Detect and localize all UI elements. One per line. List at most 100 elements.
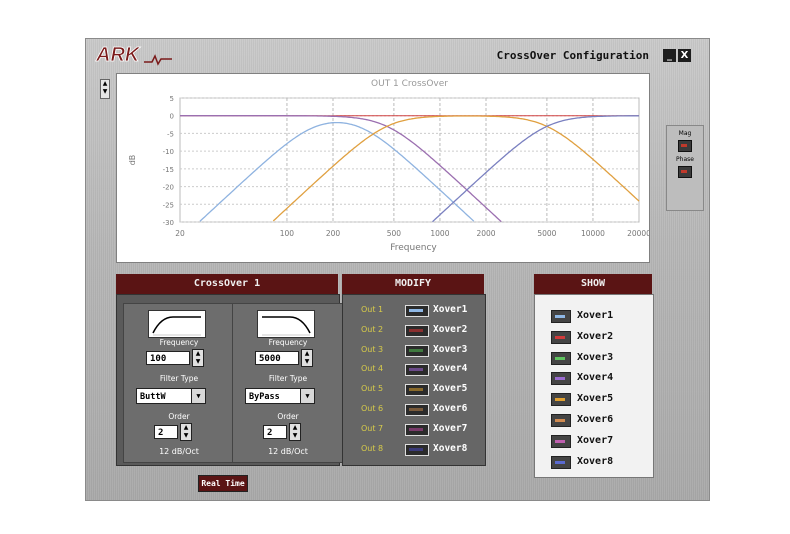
minimize-button[interactable]: _ (663, 49, 676, 62)
high-slope-label: 12 dB/Oct (268, 447, 308, 456)
high-order-label: Order (277, 412, 299, 421)
high-filter-section: Frequency 5000 ▲ ▼ Filter Type ByPass ▼ O… (232, 303, 344, 463)
low-filter-type-label: Filter Type (159, 374, 199, 383)
output-label: Out 5 (361, 384, 384, 394)
modify-header: MODIFY (342, 274, 484, 294)
x-tick-label: 500 (387, 229, 402, 238)
low-frequency-label: Frequency (159, 338, 199, 347)
xover1-curve (199, 121, 475, 222)
high-frequency-input[interactable]: 5000 (255, 351, 299, 365)
color-swatch (555, 335, 565, 339)
xover-color-button[interactable] (405, 364, 429, 377)
xover-name: Xover7 (577, 434, 614, 446)
y-tick-label: 0 (170, 113, 174, 121)
modify-row[interactable]: Out 6 Xover6 (353, 401, 483, 417)
xover-color-button[interactable] (405, 305, 429, 317)
show-toggle-button[interactable] (551, 310, 571, 323)
x-tick-label: 100 (280, 229, 295, 238)
output-label: Out 3 (361, 344, 384, 354)
xover-color-button[interactable] (405, 404, 429, 416)
modify-row[interactable]: Out 7 Xover7 (353, 421, 483, 437)
crossover-header: CrossOver 1 (116, 274, 338, 294)
y-tick-label: 5 (170, 95, 174, 103)
show-toggle-button[interactable] (551, 351, 571, 365)
color-swatch (555, 398, 565, 402)
low-filter-type-select[interactable]: ButtW ▼ (136, 388, 206, 404)
xover-name: Xover3 (577, 351, 614, 363)
xover-color-button[interactable] (405, 384, 429, 397)
xover-name: Xover4 (577, 372, 614, 384)
show-panel: Xover1 Xover2 Xover3 Xover4 Xover5 Xover… (534, 294, 654, 478)
y-tick-label: -15 (163, 166, 174, 174)
low-frequency-input[interactable]: 100 (146, 351, 190, 365)
xover-name: Xover8 (433, 442, 468, 454)
x-tick-label: 200 (326, 229, 341, 238)
y-tick-label: -30 (163, 219, 174, 227)
high-order-input[interactable]: 2 (263, 425, 287, 439)
chevron-down-icon[interactable]: ▼ (300, 389, 314, 403)
graph-select-spinner[interactable]: ▲ ▼ (100, 79, 110, 99)
xover-name: Xover4 (433, 363, 468, 375)
highpass-filter-icon (148, 310, 206, 338)
high-filter-type-select[interactable]: ByPass ▼ (245, 388, 315, 404)
output-label: Out 6 (361, 404, 384, 413)
low-frequency-spinner[interactable]: ▲ ▼ (192, 349, 204, 367)
modify-row[interactable]: Out 2 Xover2 (353, 322, 483, 338)
y-tick-label: -5 (167, 130, 174, 138)
modify-row[interactable]: Out 5 Xover5 (353, 381, 483, 397)
xover-name: Xover1 (433, 304, 468, 315)
crossover-window: ARK CrossOver Configuration _ X ▲ ▼ OUT 1… (85, 38, 710, 501)
xover-name: Xover2 (433, 323, 468, 335)
modify-row[interactable]: Out 1 Xover1 (353, 302, 483, 318)
xover-name: Xover5 (577, 393, 614, 405)
low-order-input[interactable]: 2 (154, 425, 178, 439)
modify-row[interactable]: Out 8 Xover8 (353, 441, 483, 457)
close-button[interactable]: X (678, 49, 691, 62)
high-frequency-label: Frequency (268, 338, 308, 347)
high-order-spinner[interactable]: ▲ ▼ (289, 423, 301, 441)
show-toggle-button[interactable] (551, 414, 571, 427)
phase-label: Phase (676, 156, 694, 163)
high-frequency-spinner[interactable]: ▲ ▼ (301, 349, 313, 367)
xover-color-button[interactable] (405, 423, 429, 436)
x-tick-label: 5000 (537, 229, 556, 238)
y-tick-label: -20 (163, 184, 174, 192)
real-time-button[interactable]: Real Time (198, 475, 248, 492)
y-tick-label: -10 (163, 148, 174, 156)
modify-row[interactable]: Out 3 Xover3 (353, 342, 483, 358)
x-tick-label: 1000 (430, 229, 449, 238)
plot-area (179, 97, 640, 223)
color-swatch (555, 439, 565, 443)
xover-color-button[interactable] (405, 344, 429, 357)
show-toggle-button[interactable] (551, 434, 571, 448)
xover-color-button[interactable] (405, 443, 429, 456)
mag-label: Mag (678, 130, 692, 137)
xover-name: Xover2 (577, 330, 614, 342)
output-label: Out 8 (361, 443, 384, 453)
color-swatch (409, 309, 423, 312)
output-label: Out 7 (361, 423, 384, 433)
high-filter-type-label: Filter Type (268, 374, 308, 383)
color-swatch (555, 356, 565, 360)
ark-logo: ARK (94, 42, 174, 66)
xover-name: Xover6 (577, 414, 614, 425)
color-swatch (409, 408, 423, 411)
mag-button[interactable] (678, 140, 692, 152)
color-swatch (555, 315, 565, 318)
xover-color-button[interactable] (405, 324, 429, 337)
chevron-down-icon[interactable]: ▼ (191, 389, 205, 403)
color-swatch (409, 328, 423, 332)
xover-name: Xover1 (577, 310, 614, 321)
show-toggle-button[interactable] (551, 455, 571, 469)
show-toggle-button[interactable] (551, 393, 571, 407)
low-order-label: Order (168, 412, 190, 421)
phase-button[interactable] (678, 166, 692, 178)
show-toggle-button[interactable] (551, 372, 571, 386)
xover-name: Xover5 (433, 383, 468, 395)
modify-row[interactable]: Out 4 Xover4 (353, 361, 483, 377)
low-order-spinner[interactable]: ▲ ▼ (180, 423, 192, 441)
low-filter-section: Frequency 100 ▲ ▼ Filter Type ButtW ▼ Ord… (123, 303, 235, 463)
window-title: CrossOver Configuration (496, 49, 649, 62)
y-tick-label: -25 (163, 201, 174, 209)
show-toggle-button[interactable] (551, 330, 571, 344)
